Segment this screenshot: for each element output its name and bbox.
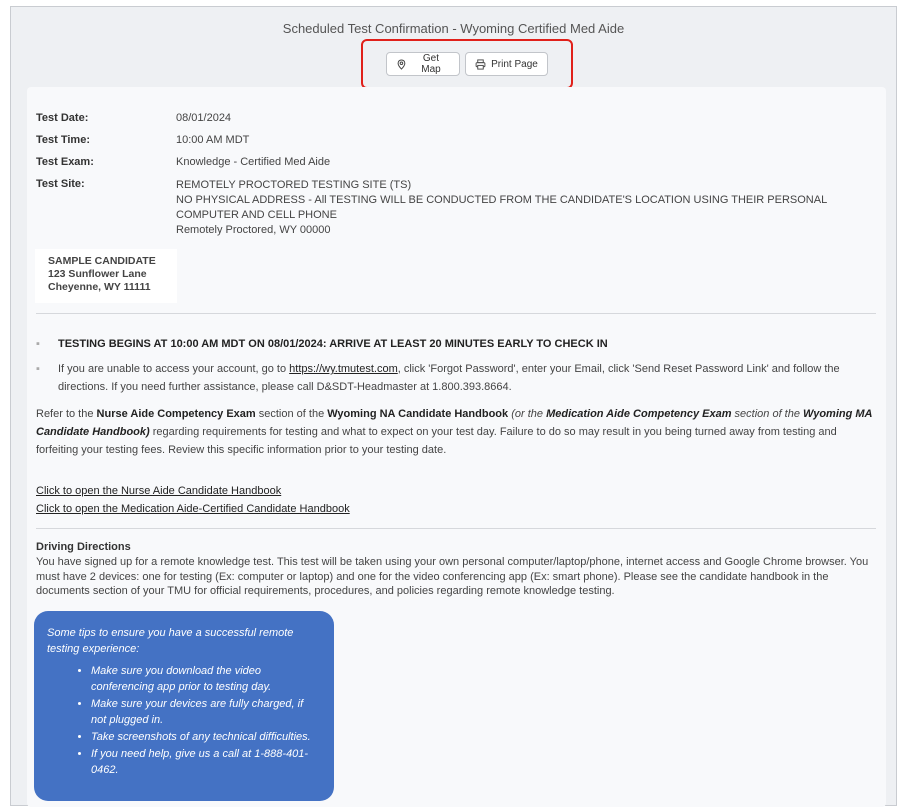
driving-directions-text: You have signed up for a remote knowledg… <box>36 556 869 597</box>
para-bold: Wyoming NA Candidate Handbook <box>327 408 509 420</box>
candidate-city: Cheyenne, WY 11111 <box>48 281 151 293</box>
nurse-aide-handbook-link[interactable]: Click to open the Nurse Aide Candidate H… <box>36 485 281 497</box>
map-pin-icon <box>397 58 406 70</box>
divider <box>36 313 876 314</box>
test-time-value: 10:00 AM MDT <box>176 134 250 146</box>
driving-directions-title: Driving Directions <box>36 541 131 553</box>
candidate-name: SAMPLE CANDIDATE <box>48 255 156 267</box>
notice-text: If you are unable to access your account… <box>58 363 290 375</box>
handbook-paragraph: Refer to the Nurse Aide Competency Exam … <box>36 405 874 459</box>
tip-item: Make sure your devices are fully charged… <box>91 696 320 728</box>
tips-box: Some tips to ensure you have a successfu… <box>34 611 334 801</box>
candidate-street: 123 Sunflower Lane <box>48 268 147 280</box>
bullet-dot: ▪ <box>36 338 40 350</box>
para-bold: Nurse Aide Competency Exam <box>96 408 256 420</box>
get-map-button[interactable]: Get Map <box>386 52 460 76</box>
test-time-label: Test Time: <box>36 134 90 146</box>
para-italic: section of the <box>731 408 804 420</box>
get-map-label: Get Map <box>421 53 441 75</box>
divider <box>36 528 876 529</box>
printer-icon <box>475 58 486 70</box>
print-page-label: Print Page <box>491 58 538 70</box>
para-bold-italic: Medication Aide Competency Exam <box>546 408 732 420</box>
para-text: Refer to the <box>36 408 97 420</box>
para-italic: (or the <box>508 408 547 420</box>
para-text: regarding requirements for testing and w… <box>36 426 837 456</box>
page-title: Scheduled Test Confirmation - Wyoming Ce… <box>282 21 625 36</box>
tips-title: Some tips to ensure you have a successfu… <box>47 627 294 655</box>
notice-arrive-early-text: TESTING BEGINS AT 10:00 AM MDT ON 08/01/… <box>58 338 608 350</box>
test-date-label: Test Date: <box>36 112 89 124</box>
tip-item: Make sure you download the video confere… <box>91 663 320 695</box>
test-exam-value: Knowledge - Certified Med Aide <box>176 156 331 168</box>
bullet-dot: ▪ <box>36 363 40 375</box>
para-text: section of the <box>255 408 328 420</box>
print-page-button[interactable]: Print Page <box>465 52 548 76</box>
site-name: REMOTELY PROCTORED TESTING SITE (TS) <box>176 179 412 191</box>
test-site-label: Test Site: <box>36 178 85 190</box>
test-site-value: REMOTELY PROCTORED TESTING SITE (TS) NO … <box>176 178 876 238</box>
tip-item: Take screenshots of any technical diffic… <box>91 729 320 745</box>
tmutest-link[interactable]: https://wy.tmutest.com <box>289 363 398 375</box>
notice-password-reset-text: If you are unable to access your account… <box>58 360 876 396</box>
med-aide-handbook-link[interactable]: Click to open the Medication Aide-Certif… <box>36 503 350 515</box>
test-date-value: 08/01/2024 <box>176 112 232 124</box>
test-exam-label: Test Exam: <box>36 156 94 168</box>
tip-item: If you need help, give us a call at 1-88… <box>91 746 320 778</box>
tips-list: Make sure you download the video confere… <box>47 663 320 778</box>
confirmation-frame: Scheduled Test Confirmation - Wyoming Ce… <box>10 6 897 807</box>
site-address: NO PHYSICAL ADDRESS - All TESTING WILL B… <box>176 194 827 221</box>
candidate-address: SAMPLE CANDIDATE 123 Sunflower Lane Chey… <box>35 249 177 303</box>
site-city: Remotely Proctored, WY 00000 <box>176 224 331 236</box>
confirmation-card: Test Date: 08/01/2024 Test Time: 10:00 A… <box>27 87 886 807</box>
